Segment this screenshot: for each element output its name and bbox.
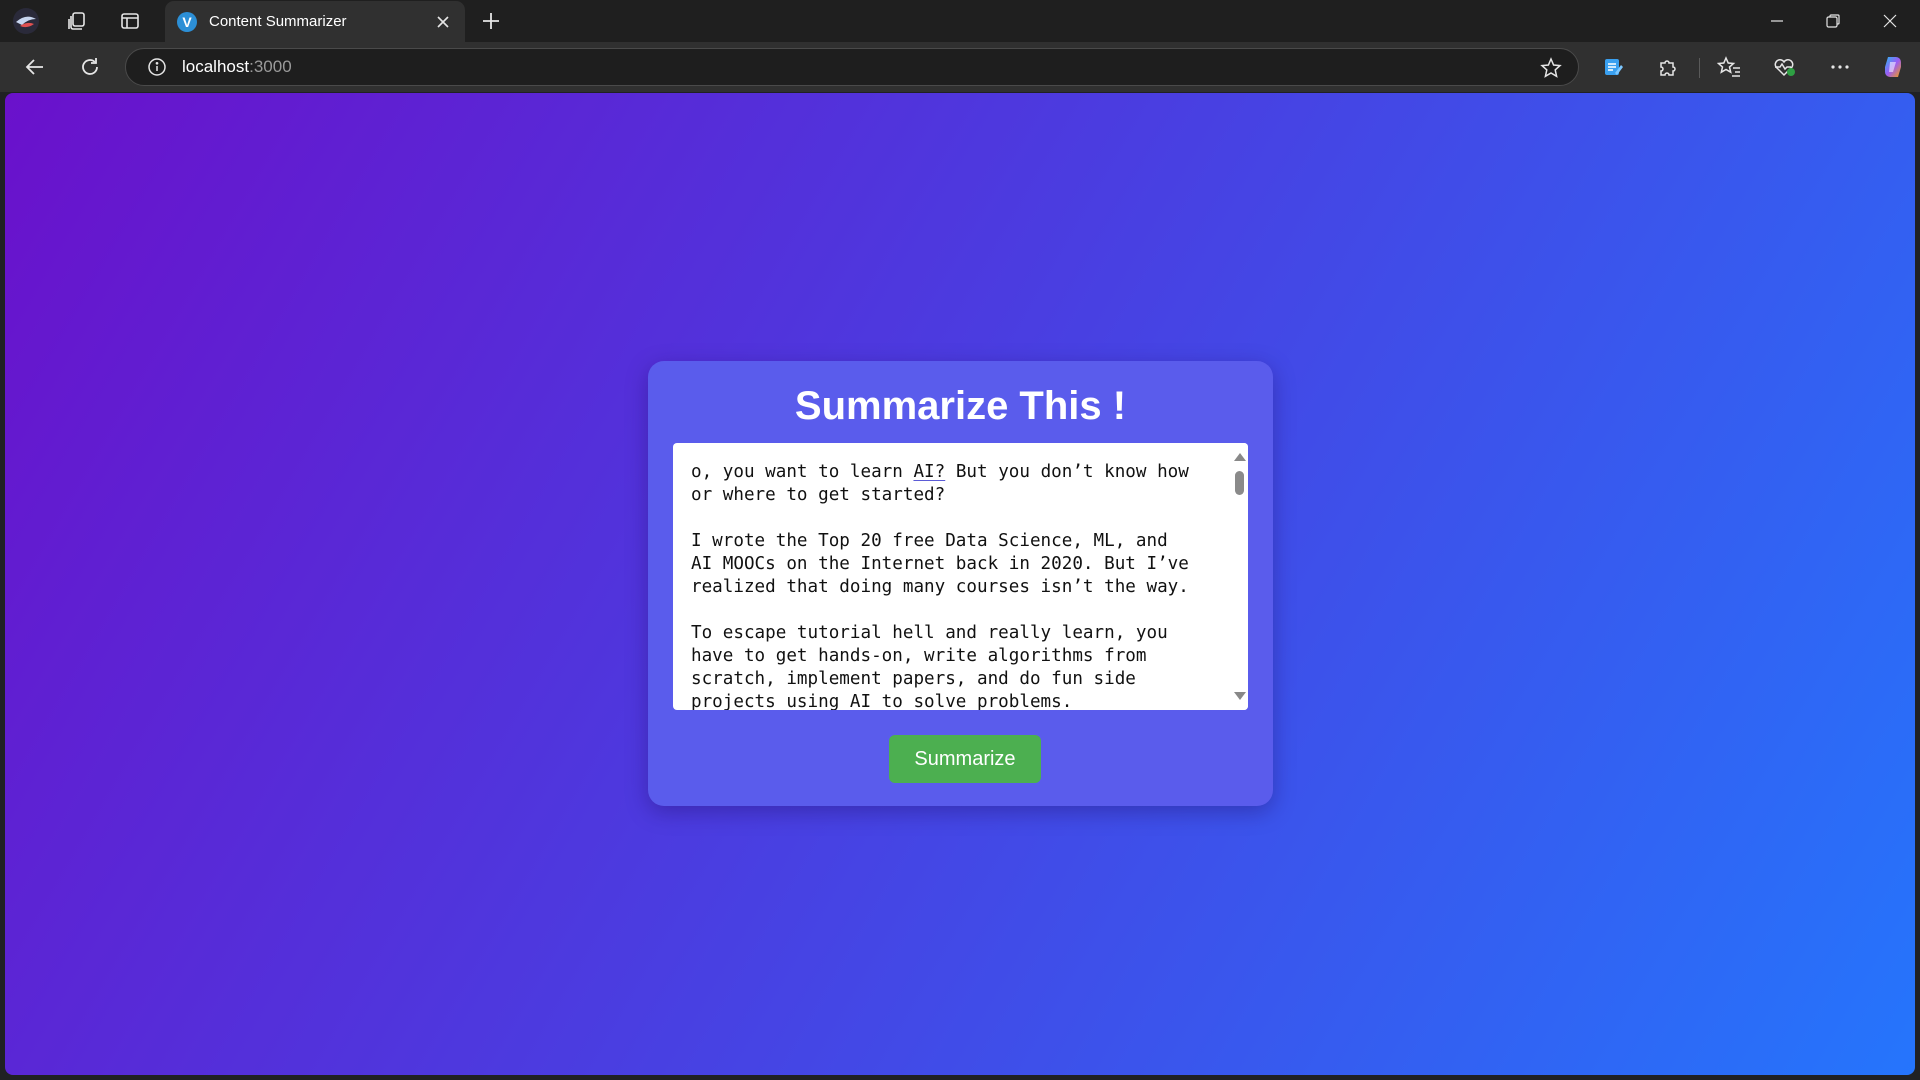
- star-icon[interactable]: [1538, 55, 1564, 81]
- summarize-button[interactable]: Summarize: [889, 735, 1041, 783]
- page-viewport: Summarize This ! o, you want to learn AI…: [5, 93, 1915, 1075]
- heart-pulse-icon[interactable]: [1768, 51, 1800, 83]
- notes-icon[interactable]: [1597, 51, 1629, 83]
- scroll-thumb[interactable]: [1235, 471, 1244, 495]
- url-port: :3000: [249, 57, 292, 76]
- tab-favicon: V: [177, 11, 197, 32]
- text-line1-start: o, you want to learn: [691, 462, 914, 482]
- scroll-up-arrow-icon[interactable]: [1234, 453, 1246, 461]
- summarizer-card: Summarize This ! o, you want to learn AI…: [648, 361, 1273, 806]
- new-tab-plus-icon[interactable]: [477, 7, 505, 35]
- toolbar-divider: [1699, 58, 1700, 78]
- close-icon[interactable]: [433, 12, 453, 32]
- puzzle-icon[interactable]: [1652, 51, 1684, 83]
- text-body: But you don’t know how or where to get s…: [691, 462, 1189, 710]
- favorites-icon[interactable]: [1713, 51, 1745, 83]
- content-textarea[interactable]: o, you want to learn AI? But you don’t k…: [673, 443, 1248, 710]
- restore-icon[interactable]: [1805, 0, 1861, 42]
- back-arrow-icon[interactable]: [19, 51, 51, 83]
- spellcheck-underlined-word: AI?: [913, 462, 946, 482]
- info-icon[interactable]: [144, 54, 170, 80]
- url-host: localhost: [182, 57, 250, 76]
- window-close-icon[interactable]: [1862, 0, 1918, 42]
- refresh-icon[interactable]: [74, 51, 106, 83]
- page-title: Summarize This !: [794, 384, 1127, 428]
- copilot-icon[interactable]: [1877, 51, 1909, 83]
- textarea-text[interactable]: o, you want to learn AI? But you don’t k…: [691, 461, 1216, 710]
- url-text[interactable]: localhost:3000: [182, 57, 292, 77]
- browser-toolbar: localhost:3000: [0, 42, 1920, 92]
- browser-tab-strip: V Content Summarizer: [0, 0, 1920, 42]
- scroll-down-arrow-icon[interactable]: [1234, 692, 1246, 700]
- minimize-icon[interactable]: [1749, 0, 1805, 42]
- tab-content-summarizer[interactable]: V Content Summarizer: [165, 1, 465, 42]
- profile-avatar-icon[interactable]: [12, 7, 40, 35]
- more-icon[interactable]: [1824, 51, 1856, 83]
- address-bar[interactable]: localhost:3000: [125, 48, 1579, 86]
- tab-title: Content Summarizer: [209, 13, 347, 30]
- workspaces-icon[interactable]: [63, 7, 91, 35]
- vertical-tabs-icon[interactable]: [116, 7, 144, 35]
- textarea-scrollbar[interactable]: [1230, 443, 1248, 710]
